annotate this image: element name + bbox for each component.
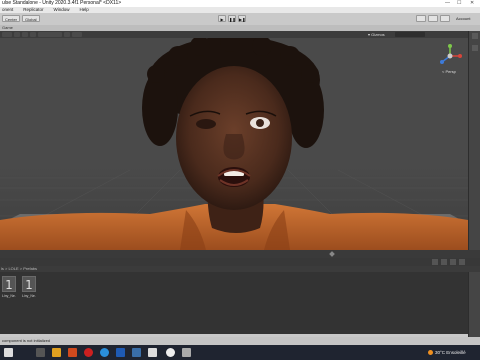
menu-icon[interactable] [472, 45, 478, 51]
maximize-button[interactable]: ☐ [455, 0, 461, 7]
scene-render [0, 38, 468, 250]
asset-label: Liny_Ne... [22, 294, 36, 298]
unity-editor-icon[interactable] [182, 348, 191, 357]
effects-dropdown[interactable] [38, 32, 62, 37]
scroll-handle[interactable] [329, 251, 335, 257]
folder-icon[interactable] [148, 348, 157, 357]
windows-start-icon[interactable] [4, 348, 13, 357]
powerpoint-icon[interactable] [68, 348, 77, 357]
play-button[interactable]: ▶ [218, 15, 226, 22]
pause-button[interactable]: ❚❚ [228, 15, 236, 22]
2d-toggle[interactable] [14, 32, 20, 37]
unity-hub-icon[interactable] [166, 348, 175, 357]
scene-toolbar: ▾ Gizmos [0, 31, 480, 38]
account-dropdown[interactable]: Account [456, 16, 470, 21]
character-left-eye [196, 119, 216, 129]
panel-options[interactable] [444, 252, 464, 256]
weather-widget[interactable]: 30°C Ensoleillé [428, 345, 466, 360]
os-taskbar: 30°C Ensoleillé [0, 345, 480, 360]
project-assets-grid: 1 Liny_Ne... 1 Liny_Ne... [0, 272, 468, 334]
chrome-icon[interactable] [100, 348, 109, 357]
shading-mode-dropdown[interactable] [2, 32, 12, 37]
global-toggle[interactable]: Global [22, 15, 40, 22]
window-title-bar: ulse Standalone - Unity 2020.3.4f1 Perso… [0, 0, 480, 7]
eye-icon[interactable] [459, 259, 465, 265]
character-nose [223, 134, 245, 160]
lock-icon[interactable] [472, 33, 478, 39]
asset-label: Liny_Ne... [2, 294, 16, 298]
step-button[interactable]: ▶❚ [238, 15, 246, 22]
status-bar: component is not initialized [0, 337, 480, 345]
label-icon[interactable] [441, 259, 447, 265]
inspector-side-panel [468, 31, 480, 337]
sun-icon [428, 350, 433, 356]
lighting-toggle[interactable] [22, 32, 28, 37]
asset-item[interactable]: 1 Liny_Ne... [22, 276, 36, 298]
file-explorer-icon[interactable] [52, 348, 61, 357]
close-button[interactable]: ✕ [468, 0, 474, 7]
main-toolbar: Center Global ▶ ❚❚ ▶❚ Account [0, 13, 480, 25]
word-icon[interactable] [116, 348, 125, 357]
gizmos-dropdown[interactable]: ▾ Gizmos [368, 31, 385, 38]
audio-toggle[interactable] [30, 32, 36, 37]
hidden-objects-toggle[interactable] [64, 32, 70, 37]
center-toggle[interactable]: Center [2, 15, 20, 22]
bottom-panel-tabs [0, 250, 480, 258]
collab-icon[interactable] [416, 15, 426, 22]
asset-item[interactable]: 1 Liny_Ne... [2, 276, 16, 298]
star-icon[interactable] [450, 259, 456, 265]
camera-settings-dropdown[interactable] [72, 32, 82, 37]
project-toolbar [0, 258, 480, 266]
window-title: ulse Standalone - Unity 2020.3.4f1 Perso… [2, 0, 122, 6]
persp-label[interactable]: < Persp [442, 69, 456, 74]
status-message[interactable]: component is not initialized [2, 337, 50, 345]
minimize-button[interactable]: — [443, 0, 450, 7]
gear-icon[interactable] [440, 15, 450, 22]
filter-icon[interactable] [432, 259, 438, 265]
prefab-icon: 1 [2, 276, 16, 292]
cloud-icon[interactable] [428, 15, 438, 22]
photos-icon[interactable] [132, 348, 141, 357]
weather-text: 30°C Ensoleillé [435, 350, 466, 355]
task-view-icon[interactable] [36, 348, 45, 357]
opera-icon[interactable] [84, 348, 93, 357]
prefab-icon: 1 [22, 276, 36, 292]
scene-viewport[interactable]: < Persp [0, 38, 468, 250]
scene-search-input[interactable] [395, 32, 425, 37]
